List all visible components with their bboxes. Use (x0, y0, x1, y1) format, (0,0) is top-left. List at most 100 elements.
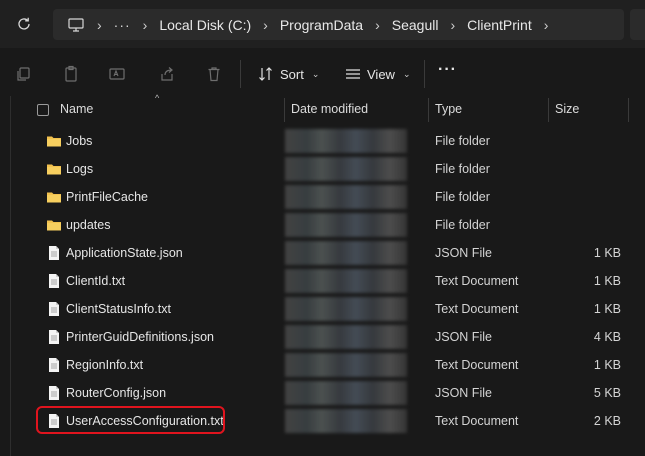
file-icon (46, 273, 62, 289)
file-name[interactable]: PrintFileCache (66, 190, 148, 204)
file-row[interactable]: Jobs File folder (0, 127, 645, 155)
chevron-down-icon: ⌄ (402, 68, 411, 79)
file-type: File folder (435, 162, 490, 176)
file-name[interactable]: Jobs (66, 134, 92, 148)
file-type: JSON File (435, 246, 492, 260)
file-icon (46, 245, 62, 261)
breadcrumb-clientprint[interactable]: ClientPrint (467, 17, 532, 33)
refresh-icon[interactable] (12, 12, 36, 36)
file-name[interactable]: ClientId.txt (66, 274, 125, 288)
address-bar[interactable]: › ··· › Local Disk (C:) › ProgramData › … (53, 9, 624, 40)
file-size: 5 KB (593, 386, 621, 400)
command-separator (240, 60, 241, 88)
folder-icon (46, 217, 62, 233)
this-pc-icon[interactable] (67, 16, 85, 34)
column-type[interactable]: Type (435, 102, 462, 116)
select-all-checkbox[interactable] (37, 104, 49, 116)
file-type: Text Document (435, 274, 519, 288)
breadcrumb-chevron-icon[interactable]: › (544, 17, 549, 33)
file-row[interactable]: ApplicationState.json JSON File 1 KB (0, 239, 645, 267)
file-type: Text Document (435, 358, 519, 372)
date-modified-redacted (285, 157, 407, 181)
breadcrumb-chevron-icon[interactable]: › (143, 17, 148, 33)
date-modified-redacted (285, 353, 407, 377)
column-resize-handle[interactable] (284, 98, 285, 122)
date-modified-redacted (285, 241, 407, 265)
file-list: Name ^ Date modified Type Size Jobs File … (0, 93, 645, 456)
file-type: File folder (435, 190, 490, 204)
file-type: JSON File (435, 386, 492, 400)
breadcrumb-overflow[interactable]: ··· (114, 17, 131, 33)
breadcrumb-chevron-icon[interactable]: › (375, 17, 380, 33)
date-modified-redacted (285, 325, 407, 349)
file-name[interactable]: ApplicationState.json (66, 246, 183, 260)
date-modified-redacted (285, 213, 407, 237)
file-name[interactable]: Logs (66, 162, 93, 176)
date-modified-redacted (285, 269, 407, 293)
command-bar: Sort ⌄ View ⌄ ··· (0, 48, 645, 100)
rename-icon[interactable] (108, 64, 128, 84)
breadcrumb-seagull[interactable]: Seagull (392, 17, 439, 33)
breadcrumb-chevron-icon[interactable]: › (450, 17, 455, 33)
chevron-down-icon: ⌄ (311, 68, 320, 79)
file-type: Text Document (435, 414, 519, 428)
address-bar-row: › ··· › Local Disk (C:) › ProgramData › … (0, 0, 645, 48)
view-label: View (367, 66, 395, 82)
column-resize-handle[interactable] (628, 98, 629, 122)
view-icon (346, 69, 360, 79)
file-row[interactable]: updates File folder (0, 211, 645, 239)
file-type: File folder (435, 218, 490, 232)
copy-icon[interactable] (13, 64, 33, 84)
column-resize-handle[interactable] (428, 98, 429, 122)
date-modified-redacted (285, 409, 407, 433)
date-modified-redacted (285, 129, 407, 153)
file-row[interactable]: ClientStatusInfo.txt Text Document 1 KB (0, 295, 645, 323)
date-modified-redacted (285, 297, 407, 321)
more-options-button[interactable]: ··· (438, 61, 457, 79)
file-name[interactable]: PrinterGuidDefinitions.json (66, 330, 214, 344)
file-name[interactable]: RouterConfig.json (66, 386, 166, 400)
delete-icon[interactable] (204, 64, 224, 84)
file-name[interactable]: updates (66, 218, 110, 232)
folder-icon (46, 189, 62, 205)
file-icon (46, 385, 62, 401)
view-button[interactable]: View ⌄ (345, 61, 411, 87)
file-name[interactable]: ClientStatusInfo.txt (66, 302, 171, 316)
file-size: 2 KB (593, 414, 621, 428)
paste-icon[interactable] (61, 64, 81, 84)
breadcrumb-programdata[interactable]: ProgramData (280, 17, 363, 33)
highlight-box (36, 406, 225, 434)
file-size: 1 KB (593, 274, 621, 288)
date-modified-redacted (285, 185, 407, 209)
sort-label: Sort (280, 66, 304, 82)
column-name[interactable]: Name (60, 102, 93, 116)
file-type: File folder (435, 134, 490, 148)
file-size: 1 KB (593, 246, 621, 260)
file-row[interactable]: PrintFileCache File folder (0, 183, 645, 211)
column-resize-handle[interactable] (548, 98, 549, 122)
file-name[interactable]: RegionInfo.txt (66, 358, 143, 372)
search-box[interactable] (630, 9, 645, 40)
command-separator (424, 60, 425, 88)
file-size: 1 KB (593, 302, 621, 316)
breadcrumb-chevron-icon[interactable]: › (97, 17, 102, 33)
sort-button[interactable]: Sort ⌄ (258, 61, 319, 87)
breadcrumb-chevron-icon[interactable]: › (263, 17, 268, 33)
file-row[interactable]: Logs File folder (0, 155, 645, 183)
file-row[interactable]: RouterConfig.json JSON File 5 KB (0, 379, 645, 407)
breadcrumb-local-disk[interactable]: Local Disk (C:) (159, 17, 251, 33)
folder-icon (46, 161, 62, 177)
file-type: Text Document (435, 302, 519, 316)
file-size: 1 KB (593, 358, 621, 372)
file-icon (46, 301, 62, 317)
file-icon (46, 357, 62, 373)
column-header: Name ^ Date modified Type Size (0, 93, 645, 124)
file-row[interactable]: ClientId.txt Text Document 1 KB (0, 267, 645, 295)
sort-ascending-icon: ^ (155, 93, 160, 103)
file-type: JSON File (435, 330, 492, 344)
file-row[interactable]: RegionInfo.txt Text Document 1 KB (0, 351, 645, 379)
column-date-modified[interactable]: Date modified (291, 102, 368, 116)
file-row[interactable]: PrinterGuidDefinitions.json JSON File 4 KB (0, 323, 645, 351)
share-icon[interactable] (157, 64, 177, 84)
column-size[interactable]: Size (555, 102, 579, 116)
